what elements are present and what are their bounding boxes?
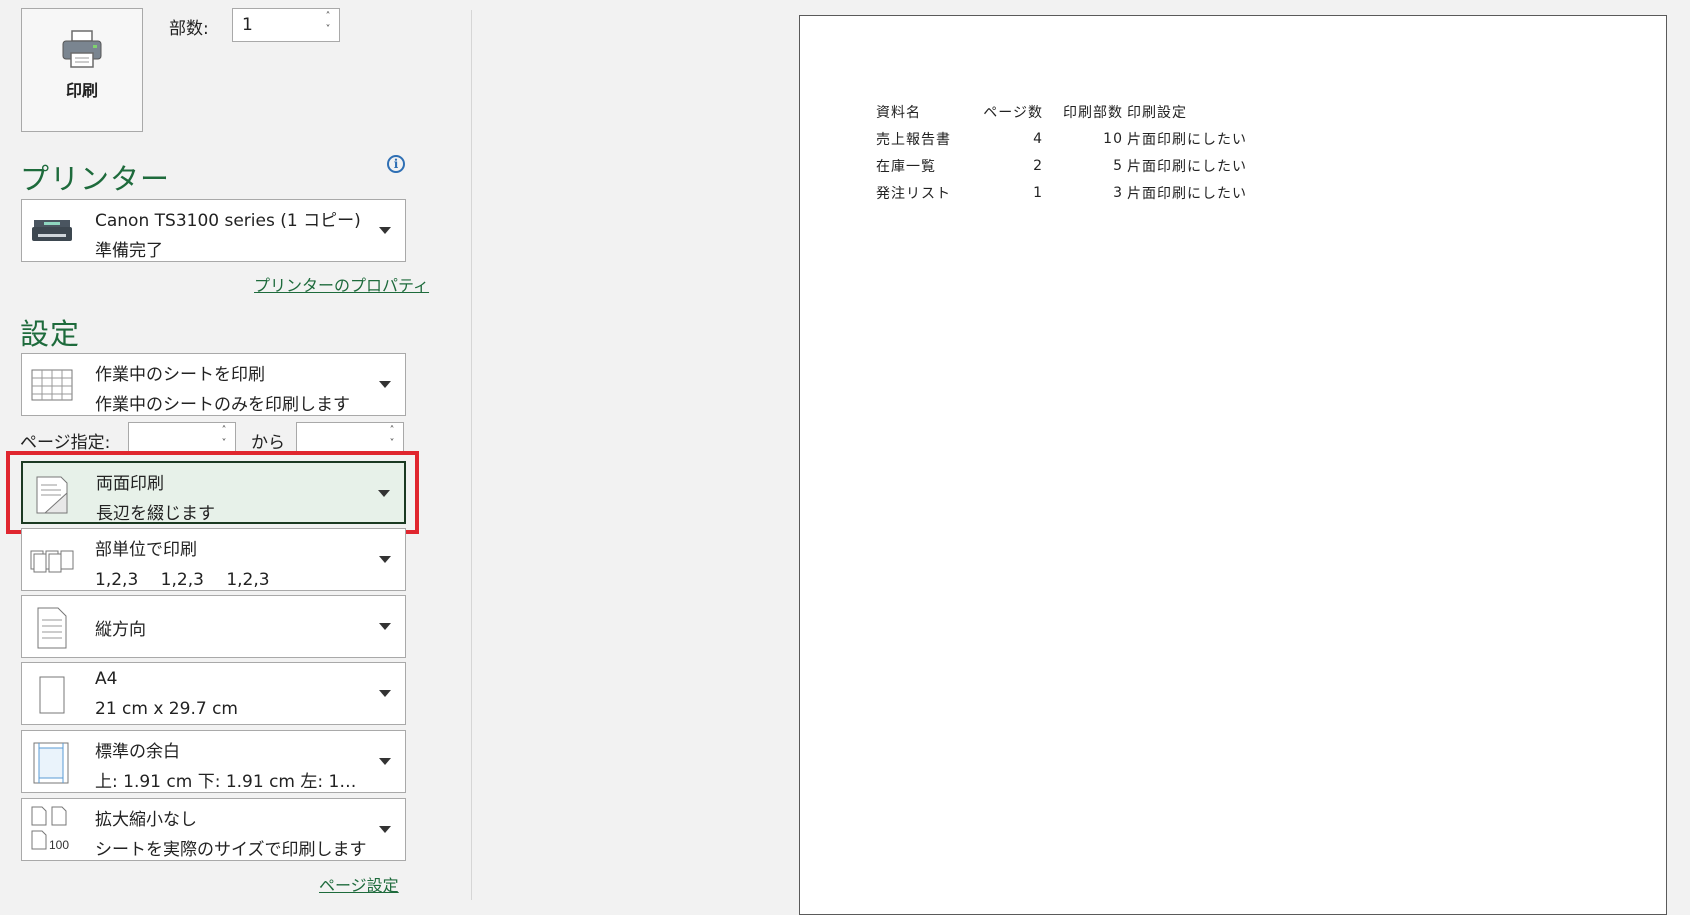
- scaling-icon: 100: [31, 806, 69, 852]
- page-to-label: から: [251, 433, 285, 453]
- sheet-grid-icon: [31, 369, 73, 401]
- chevron-up-icon[interactable]: ˄: [387, 424, 397, 437]
- chevron-down-icon[interactable]: ˅: [387, 437, 397, 450]
- orientation-dropdown[interactable]: 縦方向: [21, 595, 406, 658]
- printer-name: Canon TS3100 series (1 コピー): [95, 211, 361, 231]
- printer-status: 準備完了: [95, 241, 163, 261]
- table-cell: 在庫一覧: [876, 158, 936, 175]
- table-row: 発注リスト 1 3 片面印刷にしたい: [876, 179, 1247, 206]
- printer-device-icon: [32, 220, 72, 241]
- print-what-desc: 作業中のシートのみを印刷します: [95, 395, 350, 415]
- chevron-up-icon[interactable]: ˄: [323, 10, 333, 23]
- chevron-down-icon[interactable]: ˅: [323, 23, 333, 36]
- copies-label: 部数:: [169, 19, 209, 39]
- caret-down-icon: [379, 826, 391, 833]
- caret-down-icon: [378, 490, 390, 497]
- scaling-desc: シートを実際のサイズで印刷します: [95, 840, 367, 860]
- table-cell: 4: [1033, 130, 1043, 147]
- printer-dropdown[interactable]: Canon TS3100 series (1 コピー) 準備完了: [21, 199, 406, 262]
- caret-down-icon: [379, 623, 391, 630]
- caret-down-icon: [379, 227, 391, 234]
- margins-title: 標準の余白: [95, 742, 180, 762]
- collate-icon: [30, 550, 74, 573]
- portrait-page-icon: [37, 607, 67, 649]
- table-cell: 10: [1103, 130, 1123, 147]
- info-icon[interactable]: i: [387, 155, 405, 173]
- table-cell: 1: [1033, 184, 1043, 201]
- collate-desc: 1,2,3 1,2,3 1,2,3: [95, 570, 270, 590]
- print-button-label: 印刷: [65, 81, 98, 100]
- copies-stepper[interactable]: 1 ˄ ˅: [232, 8, 340, 42]
- caret-down-icon: [379, 690, 391, 697]
- table-cell: 片面印刷にしたい: [1127, 158, 1247, 175]
- copies-value: 1: [242, 15, 253, 35]
- printer-icon: [62, 30, 102, 68]
- page-range-label: ページ指定:: [20, 433, 111, 453]
- settings-section-title: 設定: [20, 317, 81, 351]
- printer-properties-link[interactable]: プリンターのプロパティ: [254, 272, 429, 296]
- table-cell: 片面印刷にしたい: [1127, 131, 1247, 148]
- table-cell: 3: [1113, 184, 1123, 201]
- scaling-title: 拡大縮小なし: [95, 810, 197, 830]
- paper-size-title: A4: [95, 669, 118, 689]
- print-button[interactable]: 印刷: [21, 8, 143, 132]
- chevron-down-icon[interactable]: ˅: [219, 437, 229, 450]
- caret-down-icon: [379, 381, 391, 388]
- table-cell: 2: [1033, 157, 1043, 174]
- table-cell: 発注リスト: [876, 185, 951, 202]
- collate-title: 部単位で印刷: [95, 540, 197, 560]
- page-from-stepper[interactable]: ˄ ˅: [128, 422, 236, 454]
- orientation-title: 縦方向: [95, 620, 146, 640]
- margins-desc: 上: 1.91 cm 下: 1.91 cm 左: 1…: [95, 772, 357, 792]
- table-cell: 片面印刷にしたい: [1127, 185, 1247, 202]
- paper-size-icon: [39, 676, 65, 714]
- scaling-icon-text: 100: [49, 838, 69, 852]
- table-row: 在庫一覧 2 5 片面印刷にしたい: [876, 152, 1247, 179]
- duplex-title: 両面印刷: [96, 474, 164, 494]
- duplex-page-icon: [36, 476, 68, 514]
- caret-down-icon: [379, 556, 391, 563]
- print-what-title: 作業中のシートを印刷: [95, 365, 265, 385]
- paper-size-desc: 21 cm x 29.7 cm: [95, 699, 238, 719]
- page-setup-link[interactable]: ページ設定: [319, 872, 399, 896]
- header-cell: 資料名: [876, 104, 921, 121]
- margins-icon: [33, 742, 69, 784]
- table-cell: 売上報告書: [876, 131, 951, 148]
- page-to-stepper[interactable]: ˄ ˅: [296, 422, 404, 454]
- table-row: 売上報告書 4 10 片面印刷にしたい: [876, 125, 1247, 152]
- collate-dropdown[interactable]: 部単位で印刷 1,2,3 1,2,3 1,2,3: [21, 528, 406, 591]
- duplex-desc: 長辺を綴じます: [96, 504, 215, 524]
- preview-header-row: 資料名 ページ数 印刷部数 印刷設定: [876, 98, 1247, 125]
- header-cell: 印刷部数: [1063, 104, 1123, 121]
- chevron-up-icon[interactable]: ˄: [219, 424, 229, 437]
- header-cell: ページ数: [983, 104, 1043, 121]
- caret-down-icon: [379, 758, 391, 765]
- panel-divider: [471, 10, 472, 900]
- duplex-dropdown[interactable]: 両面印刷 長辺を綴じます: [21, 461, 406, 524]
- header-cell: 印刷設定: [1127, 104, 1187, 121]
- printer-section-title: プリンター: [20, 162, 171, 196]
- scaling-dropdown[interactable]: 100 拡大縮小なし シートを実際のサイズで印刷します: [21, 798, 406, 861]
- preview-table: 資料名 ページ数 印刷部数 印刷設定 売上報告書 4 10 片面印刷にしたい 在…: [876, 98, 1247, 206]
- paper-size-dropdown[interactable]: A4 21 cm x 29.7 cm: [21, 662, 406, 725]
- print-what-dropdown[interactable]: 作業中のシートを印刷 作業中のシートのみを印刷します: [21, 353, 406, 416]
- print-preview-page: 資料名 ページ数 印刷部数 印刷設定 売上報告書 4 10 片面印刷にしたい 在…: [799, 15, 1667, 915]
- table-cell: 5: [1113, 157, 1123, 174]
- margins-dropdown[interactable]: 標準の余白 上: 1.91 cm 下: 1.91 cm 左: 1…: [21, 730, 406, 793]
